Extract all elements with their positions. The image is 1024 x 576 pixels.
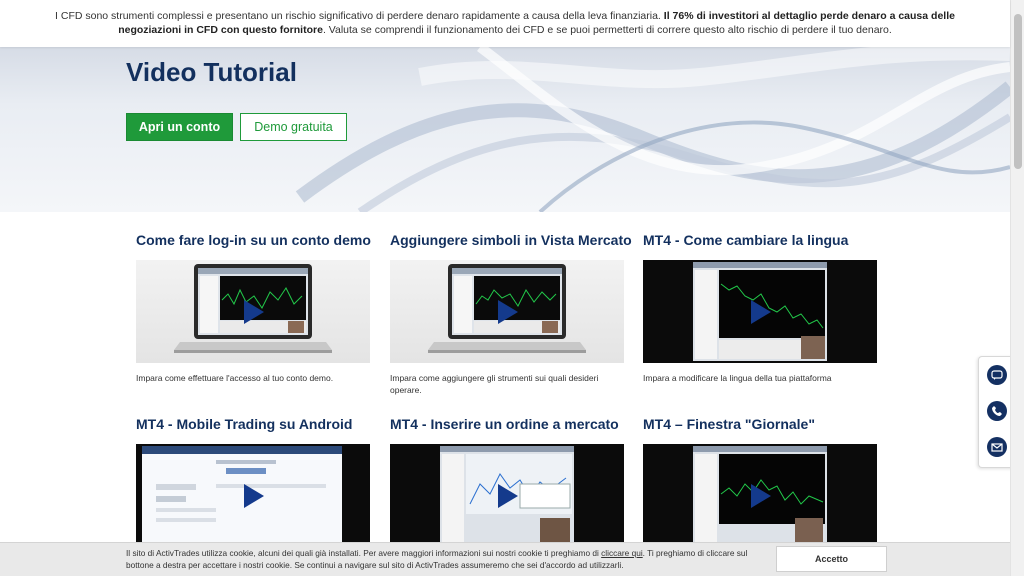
- scrollbar-thumb[interactable]: [1014, 14, 1022, 169]
- cookie-info-link[interactable]: cliccare qui: [601, 548, 643, 558]
- video-thumbnail[interactable]: [643, 260, 877, 363]
- risk-warning-banner: I CFD sono strumenti complessi e present…: [0, 0, 1010, 47]
- play-icon[interactable]: [498, 300, 518, 324]
- play-icon[interactable]: [751, 300, 771, 324]
- play-icon[interactable]: [751, 484, 771, 508]
- cookie-text-start: Il sito di ActivTrades utilizza cookie, …: [126, 548, 602, 558]
- phone-icon[interactable]: [987, 401, 1007, 421]
- video-card-demo-login[interactable]: Come fare log-in su un conto demo Impara…: [136, 232, 371, 383]
- risk-warning-text-end: . Valuta se comprendi il funzionamento d…: [322, 24, 892, 36]
- hero-banner: Video Tutorial Apri un conto Demo gratui…: [0, 47, 1010, 212]
- video-card-mobile-android[interactable]: MT4 - Mobile Trading su Android: [136, 416, 370, 547]
- video-card-add-symbols[interactable]: Aggiungere simboli in Vista Mercato Impa…: [390, 232, 632, 395]
- accept-cookies-button[interactable]: Accetto: [776, 546, 887, 572]
- play-icon[interactable]: [498, 484, 518, 508]
- play-icon[interactable]: [244, 300, 264, 324]
- video-card-change-language[interactable]: MT4 - Come cambiare la lingua Impara a m…: [643, 232, 877, 383]
- open-account-button[interactable]: Apri un conto: [126, 113, 233, 141]
- video-card-journal-window[interactable]: MT4 – Finestra "Giornale": [643, 416, 877, 547]
- cookie-notice-text: Il sito di ActivTrades utilizza cookie, …: [126, 548, 766, 571]
- video-title[interactable]: MT4 - Come cambiare la lingua: [643, 232, 877, 248]
- video-description: Impara a modificare la lingua della tua …: [643, 373, 832, 383]
- video-title[interactable]: Aggiungere simboli in Vista Mercato: [390, 232, 632, 248]
- video-description: Impara come aggiungere gli strumenti sui…: [390, 373, 599, 395]
- video-title[interactable]: MT4 - Inserire un ordine a mercato: [390, 416, 624, 432]
- video-thumbnail[interactable]: [643, 444, 877, 547]
- video-thumbnail[interactable]: [136, 444, 370, 547]
- video-title[interactable]: MT4 – Finestra "Giornale": [643, 416, 877, 432]
- contact-widget: [978, 356, 1014, 468]
- video-description: Impara come effettuare l'accesso al tuo …: [136, 373, 334, 383]
- risk-warning-text: I CFD sono strumenti complessi e present…: [55, 10, 664, 22]
- video-thumbnail[interactable]: [390, 260, 624, 363]
- email-icon[interactable]: [987, 437, 1007, 457]
- cookie-banner: Il sito di ActivTrades utilizza cookie, …: [0, 542, 1010, 576]
- free-demo-button[interactable]: Demo gratuita: [240, 113, 347, 141]
- video-thumbnail[interactable]: [136, 260, 370, 363]
- video-thumbnail[interactable]: [390, 444, 624, 547]
- chat-icon[interactable]: [987, 365, 1007, 385]
- page-title: Video Tutorial: [126, 57, 297, 87]
- video-title[interactable]: MT4 - Mobile Trading su Android: [136, 416, 370, 432]
- page-scrollbar[interactable]: [1010, 0, 1024, 576]
- video-card-market-order[interactable]: MT4 - Inserire un ordine a mercato: [390, 416, 624, 547]
- video-title[interactable]: Come fare log-in su un conto demo: [136, 232, 371, 248]
- play-icon[interactable]: [244, 484, 264, 508]
